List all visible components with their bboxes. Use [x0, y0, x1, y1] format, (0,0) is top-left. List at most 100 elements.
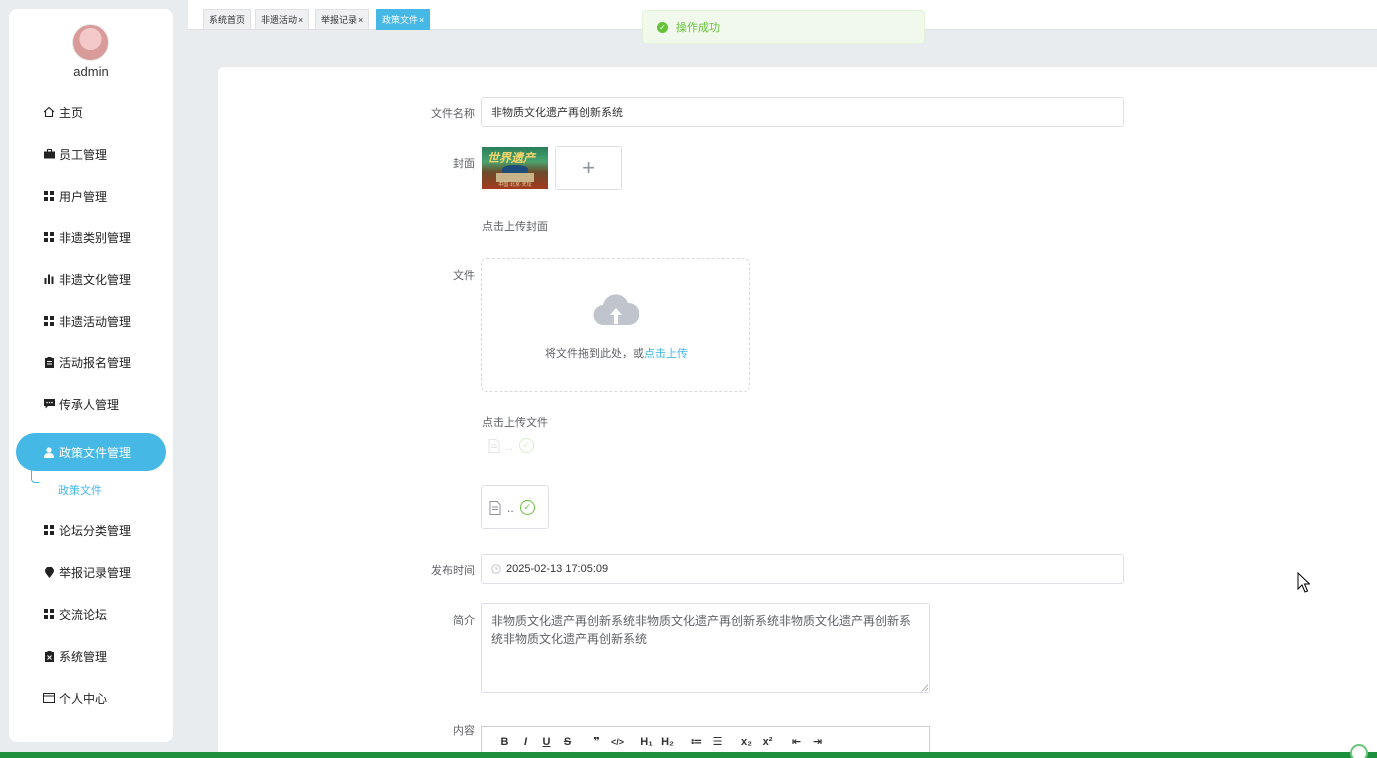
grid-icon [42, 314, 56, 328]
file-dropzone[interactable]: 将文件拖到此处，或点击上传 [481, 258, 750, 392]
avatar[interactable] [72, 24, 109, 61]
sidebar-item-label: 政策文件管理 [59, 445, 132, 460]
sidebar-item-label: 非遗文化管理 [59, 272, 132, 287]
plus-icon: + [582, 155, 595, 180]
resize-handle[interactable] [921, 684, 928, 691]
sidebar-subitem-policy-file[interactable]: 政策文件 [16, 477, 166, 503]
loading-ring-icon [1350, 744, 1368, 758]
code-block-button[interactable]: </> [607, 737, 628, 747]
file-upload-hint: 点击上传文件 [482, 417, 548, 429]
sidebar-item-forum[interactable]: 交流论坛 [16, 595, 166, 633]
dropzone-text: 将文件拖到此处，或点击上传 [482, 345, 751, 361]
tab-heritage-activity[interactable]: 非遗活动 × [255, 9, 310, 30]
outdent-button[interactable]: ⇤ [786, 735, 807, 748]
sidebar-item-label: 主页 [59, 105, 84, 120]
cover-label: 封面 [453, 158, 475, 170]
sidebar-item-policy-files[interactable]: 政策文件管理 [16, 433, 166, 471]
sidebar-item-heritage-category[interactable]: 非遗类别管理 [16, 218, 166, 256]
sidebar: admin 主页 员工管理 用户管理 非遗类别管理 非遗文化管理 非遗活动管理 … [9, 9, 173, 742]
uploaded-file-ghost: .. ✓ [488, 438, 534, 453]
publish-time-label: 发布时间 [431, 565, 475, 577]
strike-button[interactable]: S [557, 736, 578, 748]
italic-button[interactable]: I [515, 736, 536, 748]
uploaded-file: .. ✓ [489, 500, 535, 515]
cover-thumb-title: 世界遗产 [487, 151, 536, 165]
tab-report-records[interactable]: 举报记录 × [315, 9, 370, 30]
sidebar-item-label: 传承人管理 [59, 397, 120, 412]
tab-label: 系统首页 [209, 15, 246, 25]
message-icon [42, 397, 56, 411]
blockquote-button[interactable]: ❞ [586, 735, 607, 748]
check-circle-icon: ✓ [519, 500, 535, 515]
toast-message: 操作成功 [676, 22, 720, 34]
superscript-button[interactable]: x² [757, 736, 778, 748]
sidebar-item-label: 交流论坛 [59, 607, 108, 622]
file-label: 文件 [453, 270, 475, 282]
uploaded-file-card[interactable]: .. ✓ [481, 485, 549, 529]
bullet-list-button[interactable]: ☰ [707, 735, 728, 748]
temple-roof [502, 165, 528, 173]
sidebar-item-report-records[interactable]: 举报记录管理 [16, 553, 166, 591]
mouse-cursor-icon [1297, 572, 1310, 593]
underline-button[interactable]: U [536, 736, 557, 748]
bottom-progress-bar [0, 752, 1377, 758]
sidebar-item-forum-category[interactable]: 论坛分类管理 [16, 511, 166, 549]
cloud-upload-icon [593, 291, 640, 332]
map-pin-icon [42, 565, 56, 579]
close-icon[interactable]: × [419, 15, 424, 25]
success-toast: ✓ 操作成功 [642, 10, 925, 44]
sidebar-item-label: 活动报名管理 [59, 355, 132, 370]
publish-time-value: 2025-02-13 17:05:09 [506, 563, 609, 575]
sidebar-item-system[interactable]: 系统管理 [16, 637, 166, 675]
home-icon [42, 105, 56, 119]
sidebar-item-label: 举报记录管理 [59, 565, 132, 580]
sidebar-item-label: 论坛分类管理 [59, 523, 132, 538]
sidebar-item-staff[interactable]: 员工管理 [16, 135, 166, 173]
intro-label: 简介 [453, 615, 475, 627]
file-name-label: 文件名称 [431, 108, 475, 120]
close-icon[interactable]: × [298, 15, 303, 25]
user-icon [42, 445, 56, 459]
sidebar-item-activity-signup[interactable]: 活动报名管理 [16, 343, 166, 381]
cover-upload-hint: 点击上传封面 [482, 221, 548, 233]
tab-home[interactable]: 系统首页 [203, 9, 252, 30]
sidebar-item-label: 个人中心 [59, 691, 108, 706]
indent-button[interactable]: ⇥ [807, 735, 828, 748]
tab-label: 举报记录 [321, 15, 358, 25]
card-icon [42, 691, 56, 705]
bar-chart-icon [42, 272, 56, 286]
file-name-input[interactable]: 非物质文化遗产再创新系统 [481, 97, 1124, 127]
heading1-button[interactable]: H₁ [636, 736, 657, 748]
username: admin [73, 64, 109, 79]
clock-icon [491, 564, 501, 574]
subscript-button[interactable]: x₂ [736, 736, 757, 748]
tab-policy-files[interactable]: 政策文件 × [376, 9, 431, 30]
briefcase-icon [42, 147, 56, 161]
document-icon [489, 500, 501, 515]
publish-time-picker[interactable]: 2025-02-13 17:05:09 [481, 554, 1124, 584]
clipboard-icon [42, 355, 56, 369]
add-cover-button[interactable]: + [555, 146, 622, 190]
file-name: .. [507, 500, 514, 515]
grid-icon [42, 607, 56, 621]
close-icon[interactable]: × [358, 15, 363, 25]
grid-icon [42, 523, 56, 537]
ordered-list-button[interactable]: ≔ [686, 735, 707, 748]
sidebar-item-inheritor[interactable]: 传承人管理 [16, 385, 166, 423]
sidebar-item-heritage-culture[interactable]: 非遗文化管理 [16, 260, 166, 298]
sidebar-item-profile[interactable]: 个人中心 [16, 679, 166, 717]
upload-link[interactable]: 点击上传 [644, 348, 688, 360]
grid-icon [42, 189, 56, 203]
sidebar-item-home[interactable]: 主页 [16, 93, 166, 131]
heading2-button[interactable]: H₂ [657, 736, 678, 748]
cover-thumbnail[interactable]: 世界遗产 中国·北京·天坛 [482, 147, 548, 189]
intro-textarea[interactable]: 非物质文化遗产再创新系统非物质文化遗产再创新系统非物质文化遗产再创新系统非物质文… [481, 603, 930, 693]
sidebar-item-users[interactable]: 用户管理 [16, 177, 166, 215]
sidebar-item-label: 用户管理 [59, 189, 108, 204]
content-label: 内容 [453, 725, 475, 737]
sidebar-item-label: 系统管理 [59, 649, 108, 664]
tab-label: 非遗活动 [261, 15, 298, 25]
form-panel: 文件名称 非物质文化遗产再创新系统 封面 世界遗产 中国·北京·天坛 + 点击上… [218, 67, 1377, 758]
bold-button[interactable]: B [494, 736, 515, 748]
sidebar-item-heritage-activity[interactable]: 非遗活动管理 [16, 302, 166, 340]
